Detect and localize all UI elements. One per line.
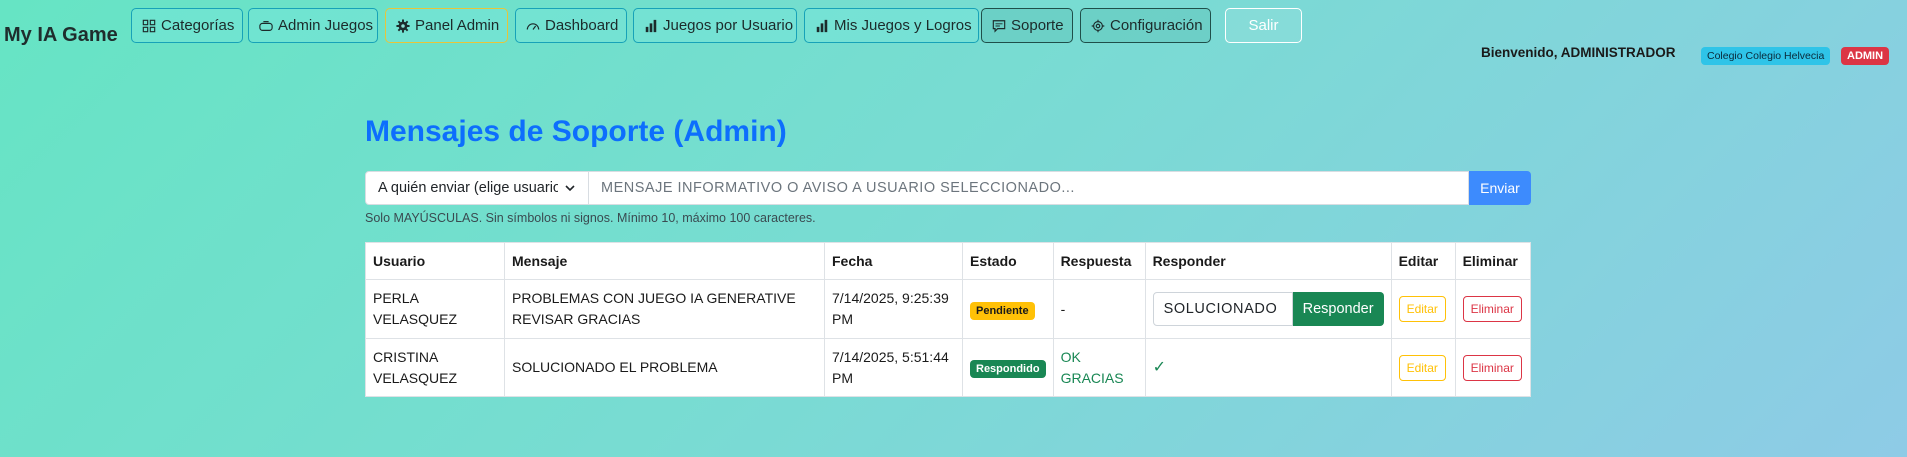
nav-categorias-button[interactable]: Categorías — [131, 8, 243, 43]
nav-categorias-label: Categorías — [161, 17, 235, 34]
reply-input[interactable] — [1152, 292, 1293, 326]
status-badge: Pendiente — [970, 301, 1035, 320]
welcome-text: Bienvenido, ADMINISTRADOR — [1481, 45, 1676, 60]
reply-button[interactable]: Responder — [1292, 292, 1384, 326]
nav-admin-juegos-button[interactable]: Admin Juegos — [248, 8, 378, 43]
cell-fecha: 7/14/2025, 5:51:44 PM — [824, 338, 963, 397]
gamepad-icon — [259, 20, 273, 31]
column-header: Fecha — [824, 242, 963, 280]
nav-configuracion-label: Configuración — [1110, 17, 1203, 34]
role-badge: ADMIN — [1841, 47, 1890, 65]
cell-mensaje: SOLUCIONADO EL PROBLEMA — [504, 338, 825, 397]
send-message-form: A quién enviar (elige usuario) Enviar — [365, 171, 1531, 205]
bar-chart-icon — [816, 19, 828, 32]
column-header: Eliminar — [1454, 242, 1532, 280]
navbar: My IA Game Categorías Admin Juegos Panel… — [0, 0, 1907, 70]
delete-button[interactable]: Eliminar — [1462, 296, 1522, 322]
column-header: Editar — [1390, 242, 1456, 280]
cell-fecha: 7/14/2025, 9:25:39 PM — [824, 279, 963, 339]
check-icon: ✓ — [1152, 359, 1166, 376]
gear-outline-icon — [1091, 19, 1105, 32]
grid-icon — [142, 19, 156, 32]
recipient-select-value: A quién enviar (elige usuario) — [378, 180, 558, 196]
cell-eliminar: Eliminar — [1454, 279, 1532, 339]
delete-button[interactable]: Eliminar — [1462, 354, 1522, 381]
gear-icon — [396, 18, 410, 33]
input-hint: Solo MAYÚSCULAS. Sin símbolos ni signos.… — [365, 211, 816, 225]
nav-dashboard-button[interactable]: Dashboard — [515, 8, 627, 43]
recipient-select[interactable]: A quién enviar (elige usuario) — [365, 171, 589, 205]
page-title: Mensajes de Soporte (Admin) — [365, 115, 787, 148]
nav-juegos-usuario-label: Juegos por Usuario — [663, 17, 794, 34]
cell-respuesta: OK GRACIAS — [1052, 338, 1146, 397]
nav-configuracion-button[interactable]: Configuración — [1080, 8, 1211, 43]
nav-mis-juegos-label: Mis Juegos y Logros — [834, 17, 972, 34]
nav-juegos-usuario-button[interactable]: Juegos por Usuario — [633, 8, 797, 43]
nav-panel-admin-button[interactable]: Panel Admin — [385, 8, 508, 43]
edit-button[interactable]: Editar — [1398, 354, 1446, 381]
column-header: Usuario — [365, 242, 505, 280]
cell-estado: Respondido — [962, 338, 1054, 397]
bar-chart-icon — [645, 19, 657, 32]
support-messages-table: Usuario Mensaje Fecha Estado Respuesta R… — [365, 242, 1532, 397]
cell-eliminar: Eliminar — [1454, 338, 1532, 397]
column-header: Responder — [1144, 242, 1392, 280]
column-header: Mensaje — [504, 242, 825, 280]
speedometer-icon — [526, 22, 540, 30]
cell-usuario: PERLA VELASQUEZ — [365, 279, 505, 339]
chat-icon — [992, 19, 1006, 33]
message-input[interactable] — [589, 171, 1469, 205]
nav-admin-juegos-label: Admin Juegos — [278, 17, 374, 34]
nav-mis-juegos-button[interactable]: Mis Juegos y Logros — [804, 8, 979, 43]
status-badge: Respondido — [970, 360, 1046, 378]
nav-dashboard-label: Dashboard — [545, 17, 619, 34]
cell-editar: Editar — [1390, 338, 1456, 397]
school-badge: Colegio Colegio Helvecia — [1701, 47, 1831, 65]
brand-logo[interactable]: My IA Game — [4, 24, 118, 47]
logout-label: Salir — [1248, 17, 1279, 34]
cell-usuario: CRISTINA VELASQUEZ — [365, 338, 505, 397]
cell-editar: Editar — [1390, 279, 1456, 339]
cell-estado: Pendiente — [962, 279, 1054, 339]
logout-button[interactable]: Salir — [1225, 8, 1302, 43]
column-header: Respuesta — [1052, 242, 1146, 280]
send-button[interactable]: Enviar — [1469, 171, 1531, 205]
chevron-down-icon — [565, 185, 575, 192]
table-row: PERLA VELASQUEZ PROBLEMAS CON JUEGO IA G… — [365, 279, 1532, 339]
nav-panel-admin-label: Panel Admin — [415, 17, 500, 34]
column-header: Estado — [962, 242, 1054, 280]
table-header-row: Usuario Mensaje Fecha Estado Respuesta R… — [365, 242, 1532, 280]
table-row: CRISTINA VELASQUEZ SOLUCIONADO EL PROBLE… — [365, 338, 1532, 397]
edit-button[interactable]: Editar — [1398, 296, 1446, 322]
nav-soporte-button[interactable]: Soporte — [981, 8, 1073, 43]
nav-soporte-label: Soporte — [1011, 17, 1064, 34]
cell-responder: Responder — [1144, 279, 1392, 339]
cell-mensaje: PROBLEMAS CON JUEGO IA GENERATIVE REVISA… — [504, 279, 825, 339]
cell-responder: ✓ — [1144, 338, 1392, 397]
reply-form: Responder — [1152, 292, 1384, 326]
cell-respuesta: - — [1052, 279, 1146, 339]
